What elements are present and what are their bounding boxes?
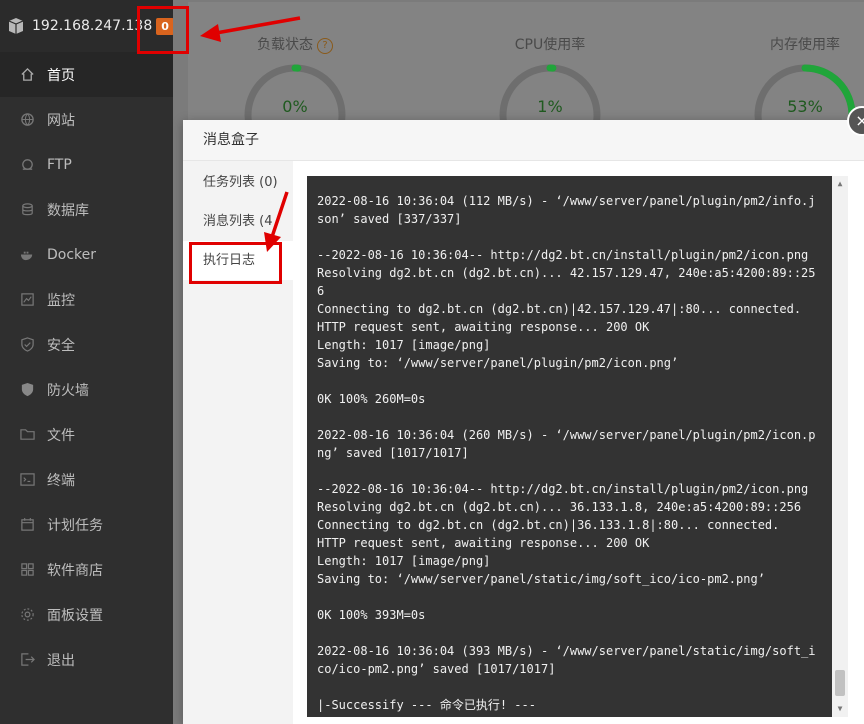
annotation-arrows — [200, 16, 301, 252]
annotation-arrow-side — [264, 191, 289, 252]
annotation-arrow-top — [200, 16, 301, 42]
